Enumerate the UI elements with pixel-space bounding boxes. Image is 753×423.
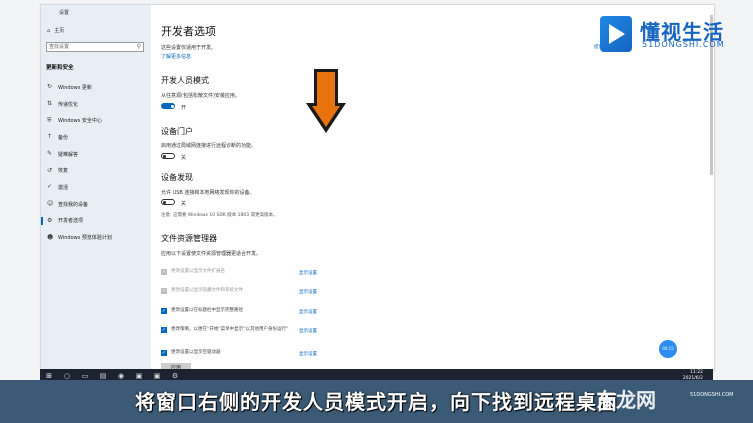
show-settings-link[interactable]: 显示设置	[299, 270, 317, 276]
watermark-name: 东龙网	[596, 388, 656, 412]
learn-more-link[interactable]: 了解更多信息	[161, 53, 191, 60]
sidebar-item-backup[interactable]: ↑ 备份	[41, 129, 151, 146]
option-label: 更改设置以显示空驱动器	[171, 350, 221, 355]
sidebar-item-label: Windows 预览体验计划	[58, 235, 112, 242]
portal-state: 关	[181, 155, 187, 161]
show-settings-link[interactable]: 显示设置	[299, 351, 317, 357]
watermark-domain: 51DONGSHI.COM	[690, 392, 734, 398]
screen: 设置 ⌂ 主页 查找设置 ⚲ 更新和安全 ↻ Windows 更新 ⇅ 传递优化 ⛨…	[0, 0, 753, 423]
sidebar-item-activation[interactable]: ✓ 激活	[41, 179, 151, 196]
show-settings-link[interactable]: 显示设置	[299, 309, 317, 315]
sidebar-item-label: Windows 安全中心	[58, 118, 102, 125]
dev-mode-state: 开	[181, 105, 187, 111]
home-icon: ⌂	[47, 27, 51, 34]
sidebar-item-label: 激活	[58, 184, 69, 191]
settings-content: 开发者选项 这些设置仅适用于开发。 了解更多信息 开发人员模式 从任意源(包括松…	[161, 5, 681, 370]
search-input[interactable]: 查找设置 ⚲	[46, 42, 144, 52]
option-checkbox[interactable]: ✓	[161, 350, 167, 356]
explorer-desc: 应用以下设置使文件资源管理器更适合开发。	[161, 251, 262, 257]
sidebar-item-security[interactable]: ⛨ Windows 安全中心	[41, 112, 151, 129]
sidebar-item-recovery[interactable]: ↺ 恢复	[41, 162, 151, 179]
brand-domain: 51DONGSHI.COM	[642, 40, 725, 49]
page-desc: 这些设置仅适用于开发。	[161, 45, 217, 51]
sidebar-item-find-device[interactable]: ☺ 查找我的设备	[41, 196, 151, 213]
person-icon: ☺	[47, 200, 54, 208]
option-checkbox[interactable]: ✓	[161, 308, 167, 314]
dev-mode-toggle[interactable]	[161, 103, 175, 109]
discovery-state: 关	[181, 201, 187, 207]
dev-mode-title: 开发人员模式	[161, 76, 209, 85]
portal-title: 设备门户	[161, 127, 193, 136]
search-icon: ⚲	[136, 43, 141, 50]
recovery-icon: ↺	[47, 166, 53, 174]
sidebar-item-delivery[interactable]: ⇅ 传递优化	[41, 96, 151, 113]
option-label: 更改设置以显示隐藏文件和系统文件	[171, 288, 243, 293]
option-checkbox[interactable]: ✓	[161, 327, 167, 333]
sidebar-item-label: 疑难解答	[58, 151, 79, 158]
sidebar-item-label: 传递优化	[58, 101, 79, 108]
sidebar-list: ↻ Windows 更新 ⇅ 传递优化 ⛨ Windows 安全中心 ↑ 备份 ✎ 疑难解…	[41, 79, 151, 246]
sidebar-item-label: 开发者选项	[58, 218, 84, 225]
down-arrow-annotation	[306, 69, 346, 133]
shield-icon: ⛨	[47, 116, 52, 124]
developer-icon: ⚙	[47, 216, 53, 224]
check-circle-icon: ✓	[47, 183, 53, 191]
discovery-note: 注意: 这需要 Windows 10 SDK 版本 1803 或更高版本。	[161, 213, 278, 218]
sidebar-item-developer[interactable]: ⚙ 开发者选项	[41, 213, 151, 230]
settings-window: 设置 ⌂ 主页 查找设置 ⚲ 更新和安全 ↻ Windows 更新 ⇅ 传递优化 ⛨…	[40, 4, 715, 371]
brand-logo: 懂视生活 51DONGSHI.COM	[600, 16, 750, 56]
settings-sidebar: 设置 ⌂ 主页 查找设置 ⚲ 更新和安全 ↻ Windows 更新 ⇅ 传递优化 ⛨…	[41, 5, 151, 370]
sidebar-item-troubleshoot[interactable]: ✎ 疑难解答	[41, 146, 151, 163]
page-title: 开发者选项	[161, 25, 216, 38]
portal-desc: 启用通过局域网连接进行远程诊断的功能。	[161, 143, 257, 149]
discovery-desc: 允许 USB 连接和本地网络发现你的设备。	[161, 190, 255, 196]
option-label: 更改设置以在标题栏中显示完整路径	[171, 308, 243, 313]
discovery-toggle[interactable]	[161, 199, 175, 205]
show-settings-link[interactable]: 显示设置	[299, 328, 317, 334]
window-title: 设置	[59, 10, 70, 16]
discovery-title: 设备发现	[161, 173, 193, 182]
sidebar-item-label: 查找我的设备	[58, 201, 89, 208]
delivery-icon: ⇅	[47, 100, 53, 108]
sidebar-section-title: 更新和安全	[46, 65, 74, 71]
search-placeholder: 查找设置	[49, 44, 70, 50]
sidebar-home-label: 主页	[54, 28, 65, 34]
explorer-title: 文件资源管理器	[161, 234, 217, 243]
option-checkbox[interactable]: ✓	[161, 269, 167, 275]
play-logo-icon	[600, 16, 632, 52]
option-label: 更改设置以显示文件扩展名	[171, 269, 225, 274]
sidebar-item-label: Windows 更新	[58, 84, 92, 91]
backup-icon: ↑	[47, 133, 53, 141]
sidebar-item-insider[interactable]: ☻ Windows 预览体验计划	[41, 229, 151, 246]
refresh-icon: ↻	[47, 83, 53, 91]
sidebar-item-label: 恢复	[58, 168, 69, 175]
wrench-icon: ✎	[47, 150, 53, 158]
dev-mode-desc: 从任意源(包括松散文件)安装应用。	[161, 93, 240, 99]
smiley-icon: ☻	[47, 233, 54, 241]
sidebar-home[interactable]: ⌂ 主页	[47, 27, 65, 35]
option-label: 更改策略，以便在“开始”菜单中显示“以其他用户身份运行”	[171, 327, 289, 332]
sidebar-item-windows-update[interactable]: ↻ Windows 更新	[41, 79, 151, 96]
portal-toggle[interactable]	[161, 153, 175, 159]
show-settings-link[interactable]: 显示设置	[299, 289, 317, 295]
scrollbar[interactable]	[710, 15, 713, 315]
option-checkbox[interactable]: ✓	[161, 288, 167, 294]
floating-badge[interactable]: 00:15	[659, 340, 677, 358]
sidebar-item-label: 备份	[58, 134, 69, 141]
